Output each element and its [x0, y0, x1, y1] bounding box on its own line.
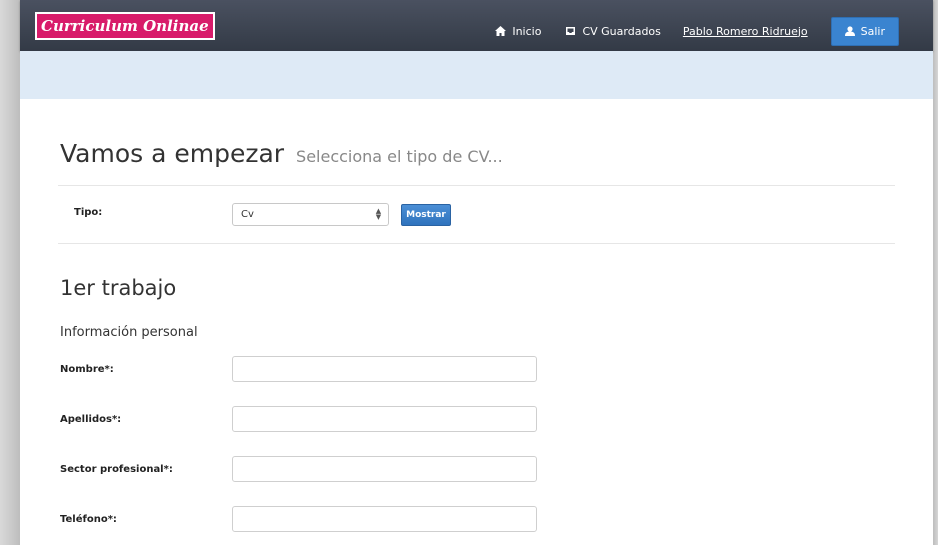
sector-profesional-label: Sector profesional*:	[60, 464, 173, 475]
nav-inicio-label: Inicio	[512, 24, 542, 38]
section-title: 1er trabajo	[60, 276, 177, 300]
apellidos-input[interactable]	[232, 406, 537, 432]
user-icon	[844, 26, 855, 36]
divider	[58, 185, 895, 186]
tipo-select[interactable]: Cv ▲ ▼	[232, 203, 389, 226]
nav-cv-guardados[interactable]: CV Guardados	[565, 24, 661, 38]
mostrar-button[interactable]: Mostrar	[401, 204, 451, 226]
top-navbar: Curriculum Onlinae Inicio CV Guardados P…	[20, 0, 933, 51]
nombre-label: Nombre*:	[60, 364, 114, 375]
page-title: Vamos a empezar Selecciona el tipo de CV…	[60, 139, 503, 168]
divider	[58, 243, 895, 244]
telefono-label: Teléfono*:	[60, 514, 117, 525]
nav-inicio[interactable]: Inicio	[495, 25, 541, 38]
navbar-menu: Inicio CV Guardados Pablo Romero Ridruej…	[471, 16, 899, 46]
nav-cv-guardados-label: CV Guardados	[582, 24, 661, 38]
apellidos-label: Apellidos*:	[60, 414, 122, 425]
salir-label: Salir	[860, 24, 885, 38]
inbox-icon	[566, 27, 576, 35]
home-icon	[495, 26, 507, 36]
tipo-label: Tipo:	[74, 207, 103, 218]
telefono-input[interactable]	[232, 506, 537, 532]
window-right-edge	[933, 0, 938, 545]
tipo-select-value: Cv	[241, 209, 254, 220]
nombre-input[interactable]	[232, 356, 537, 382]
main-content: Vamos a empezar Selecciona el tipo de CV…	[20, 99, 933, 545]
sub-header-bar	[20, 51, 933, 99]
sector-profesional-input[interactable]	[232, 456, 537, 482]
section-subtitle: Información personal	[60, 325, 198, 340]
select-caret-icon: ▲ ▼	[375, 207, 382, 221]
user-name-link[interactable]: Pablo Romero Ridruejo	[683, 25, 808, 38]
salir-button[interactable]: Salir	[830, 16, 899, 46]
page-title-text: Vamos a empezar	[60, 139, 285, 168]
page-subtitle: Selecciona el tipo de CV...	[296, 147, 503, 166]
brand-logo[interactable]: Curriculum Onlinae	[35, 12, 215, 40]
window-left-edge	[0, 0, 20, 545]
